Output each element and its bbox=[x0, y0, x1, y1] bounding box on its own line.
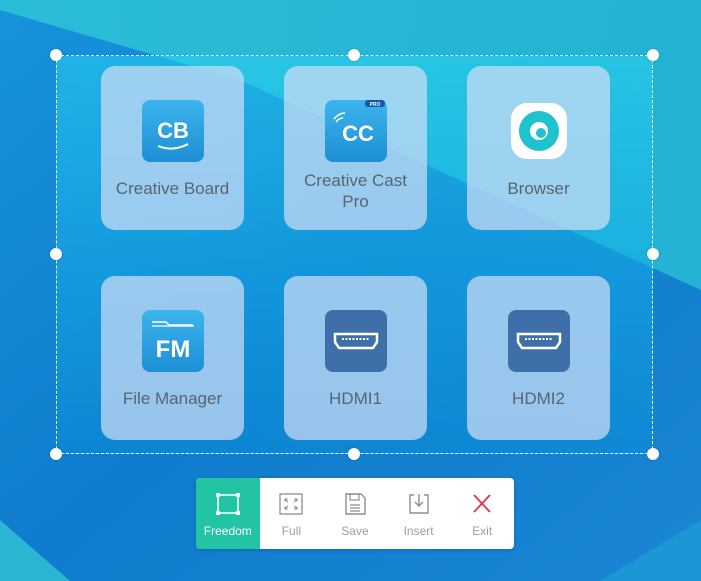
save-button[interactable]: Save bbox=[323, 478, 387, 549]
resize-handle-top-left[interactable] bbox=[50, 49, 62, 61]
exit-button[interactable]: Exit bbox=[450, 478, 514, 549]
freedom-button[interactable]: Freedom bbox=[196, 478, 260, 549]
hdmi-icon bbox=[324, 310, 387, 372]
creative-cast-icon: PRO CC bbox=[324, 100, 387, 162]
app-label: Creative Cast Pro bbox=[304, 171, 407, 211]
insert-icon bbox=[408, 494, 429, 514]
full-button[interactable]: Full bbox=[260, 478, 324, 549]
svg-text:PRO: PRO bbox=[369, 102, 380, 108]
freedom-icon bbox=[215, 493, 240, 515]
creative-board-icon: CB bbox=[141, 100, 204, 162]
resize-handle-top[interactable] bbox=[348, 49, 360, 61]
save-label: Save bbox=[341, 524, 369, 538]
app-label: HDMI1 bbox=[329, 389, 382, 408]
freedom-label: Freedom bbox=[203, 524, 252, 538]
resize-handle-right[interactable] bbox=[647, 248, 659, 260]
resize-handle-bottom-right[interactable] bbox=[647, 448, 659, 460]
resize-handle-top-right[interactable] bbox=[647, 49, 659, 61]
app-label: Creative Board bbox=[115, 179, 230, 198]
resize-handle-bottom-left[interactable] bbox=[50, 448, 62, 460]
resize-handle-left[interactable] bbox=[50, 248, 62, 260]
app-label: HDMI2 bbox=[512, 389, 565, 408]
save-icon bbox=[345, 493, 366, 515]
insert-button[interactable]: Insert bbox=[387, 478, 451, 549]
svg-text:CB: CB bbox=[157, 118, 189, 143]
app-tile-file-manager[interactable]: FM File Manager bbox=[101, 276, 244, 440]
app-tile-hdmi1[interactable]: HDMI1 bbox=[284, 276, 427, 440]
app-tile-creative-cast-pro[interactable]: PRO CC Creative Cast Pro bbox=[284, 66, 427, 230]
exit-label: Exit bbox=[472, 524, 493, 538]
resize-handle-bottom[interactable] bbox=[348, 448, 360, 460]
insert-label: Insert bbox=[403, 524, 434, 538]
svg-text:FM: FM bbox=[155, 336, 190, 363]
full-label: Full bbox=[281, 524, 302, 538]
fullscreen-icon bbox=[279, 493, 304, 515]
app-tile-creative-board[interactable]: CB Creative Board bbox=[101, 66, 244, 230]
hdmi-icon bbox=[507, 310, 570, 372]
app-tile-hdmi2[interactable]: HDMI2 bbox=[467, 276, 610, 440]
app-label: File Manager bbox=[122, 389, 223, 408]
screenshot-toolbar: Freedom Full Save Insert Exit bbox=[196, 478, 514, 549]
app-tile-browser[interactable]: Browser bbox=[467, 66, 610, 230]
app-label: Browser bbox=[507, 179, 570, 198]
svg-text:CC: CC bbox=[342, 121, 374, 146]
close-icon bbox=[473, 494, 491, 513]
browser-icon bbox=[508, 100, 570, 162]
file-manager-icon: FM bbox=[141, 310, 204, 372]
